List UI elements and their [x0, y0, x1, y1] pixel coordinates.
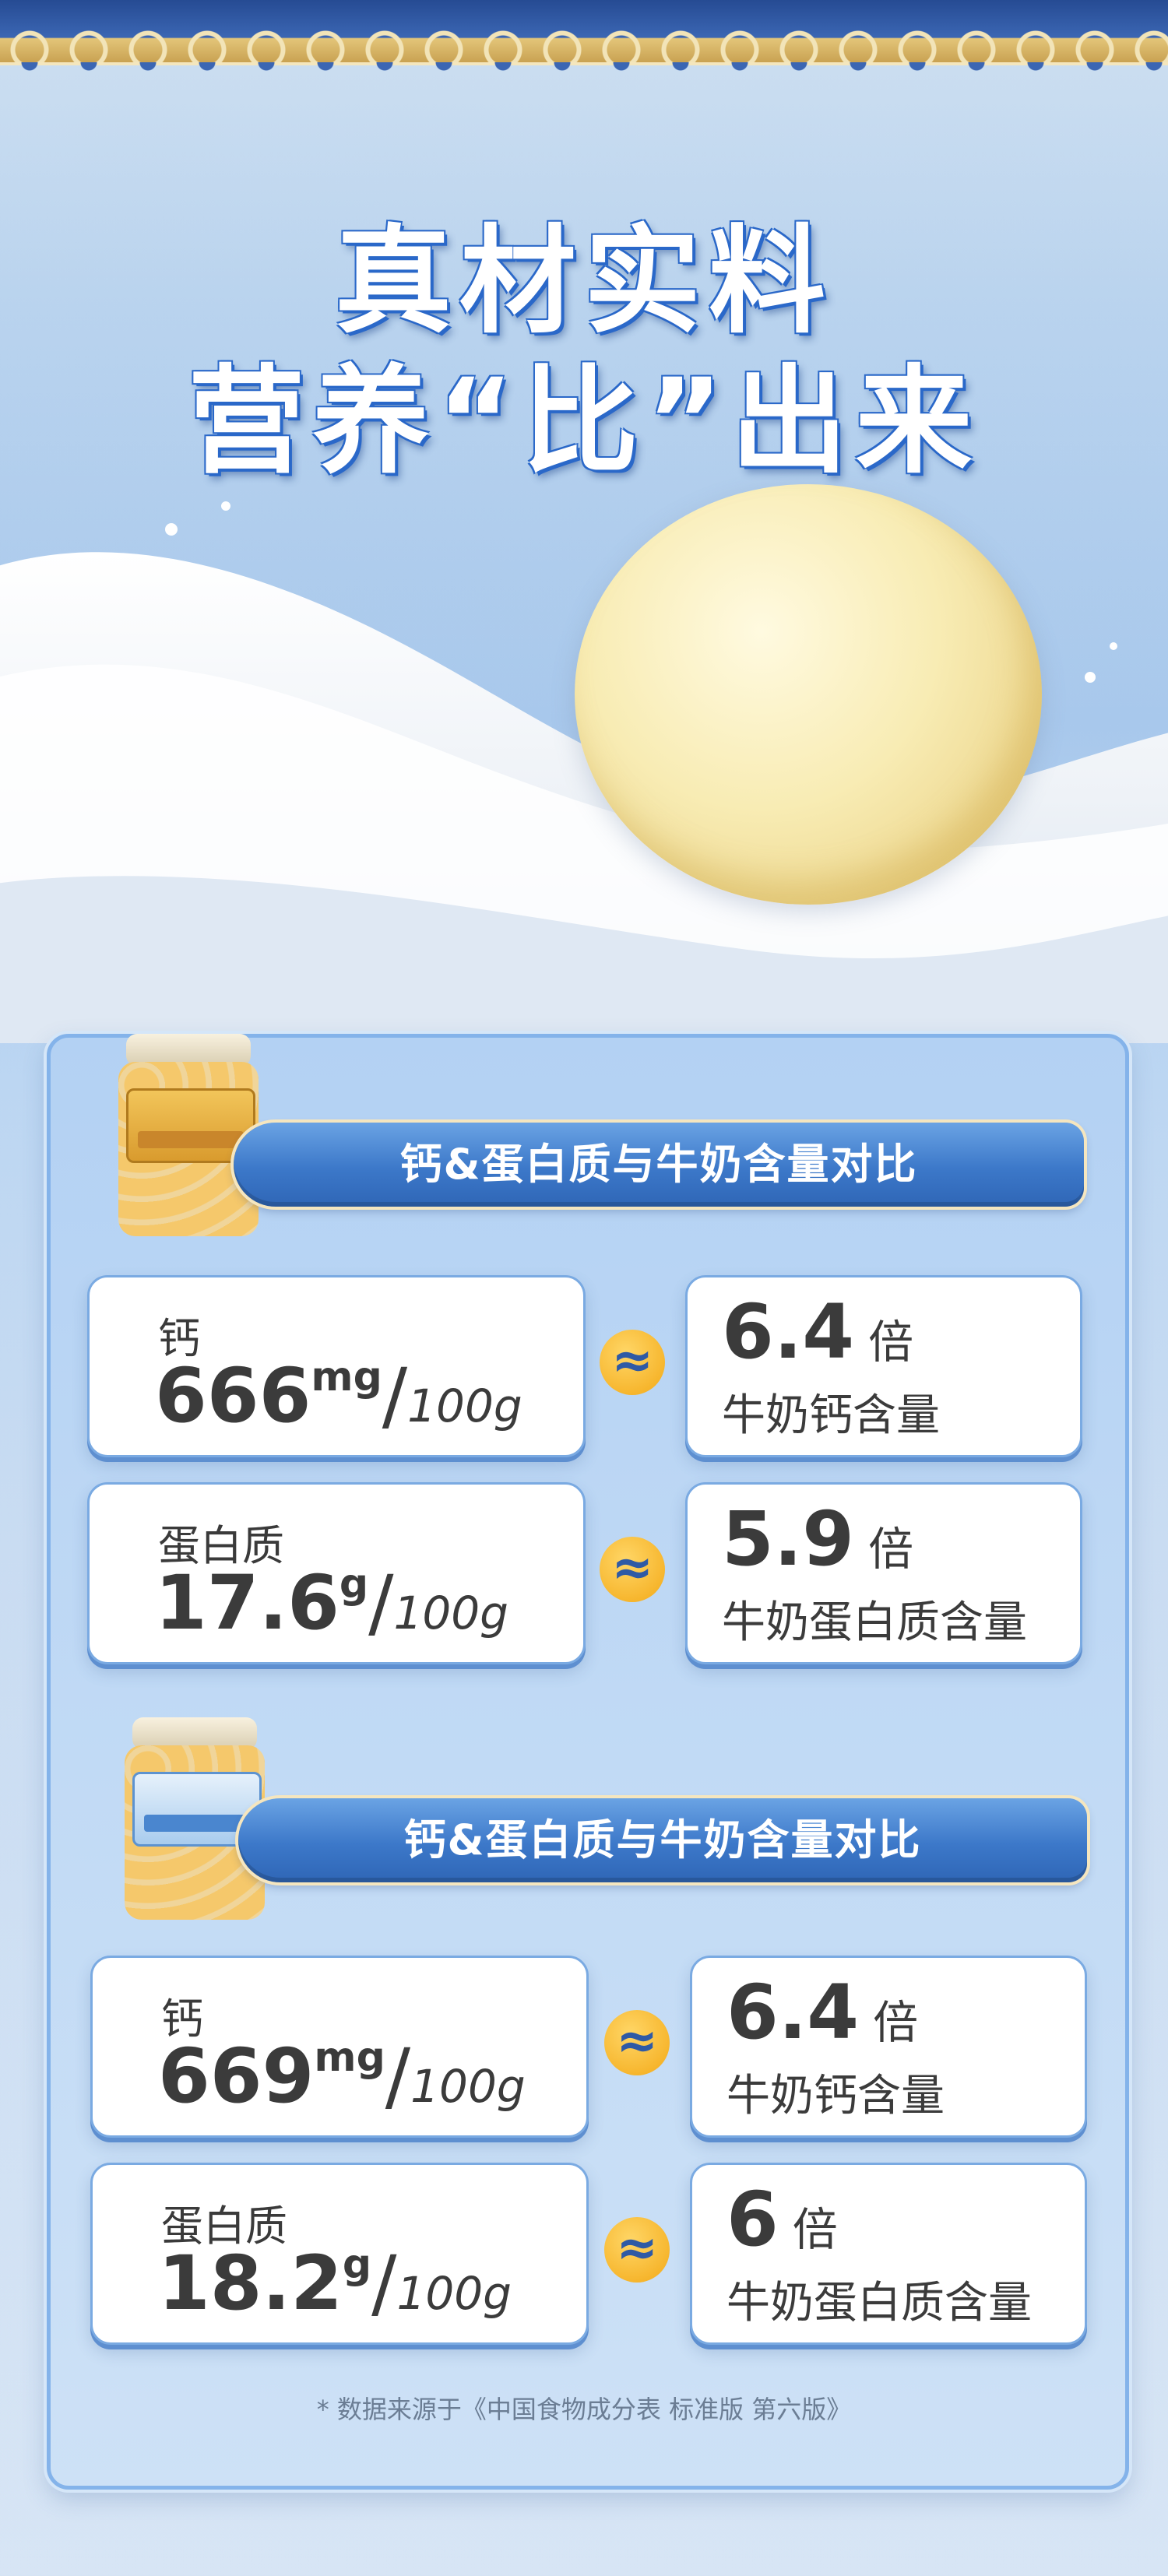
biscuit-image	[575, 484, 1042, 905]
protein-compare-card-1: 5.9 倍 牛奶蛋白质含量	[685, 1482, 1082, 1664]
calcium-value: 666mg/100g	[155, 1352, 522, 1439]
approx-badge: ≈	[604, 2217, 670, 2283]
protein-compare-text: 牛奶蛋白质含量	[722, 1597, 1027, 1648]
approx-badge: ≈	[600, 1330, 665, 1395]
calcium-card-2: 钙 669mg/100g	[90, 1956, 589, 2138]
calcium-compare-text: 牛奶钙含量	[722, 1390, 940, 1441]
approx-badge: ≈	[600, 1537, 665, 1602]
protein-value: 18.2g/100g	[158, 2240, 512, 2327]
section2-header: 钙&蛋白质与牛奶含量对比	[238, 1798, 1087, 1882]
data-source-footnote: * 数据来源于《中国食物成分表 标准版 第六版》	[316, 2395, 852, 2424]
approx-badge: ≈	[604, 2010, 670, 2075]
calcium-compare-card-1: 6.4 倍 牛奶钙含量	[685, 1275, 1082, 1457]
decorative-cloud-border	[0, 0, 1168, 73]
protein-multiple: 5.9 倍	[722, 1495, 914, 1583]
protein-value: 17.6g/100g	[155, 1559, 508, 1646]
page-title-line2: 营养“比”出来	[188, 354, 980, 490]
calcium-value: 669mg/100g	[158, 2033, 526, 2120]
calcium-card-1: 钙 666mg/100g	[87, 1275, 586, 1457]
protein-compare-text: 牛奶蛋白质含量	[726, 2278, 1032, 2328]
section1-header: 钙&蛋白质与牛奶含量对比	[234, 1123, 1084, 1207]
protein-card-2: 蛋白质 18.2g/100g	[90, 2163, 589, 2345]
calcium-multiple: 6.4 倍	[726, 1969, 919, 2056]
protein-multiple: 6倍	[726, 2176, 838, 2263]
protein-card-1: 蛋白质 17.6g/100g	[87, 1482, 586, 1664]
calcium-compare-text: 牛奶钙含量	[726, 2071, 945, 2121]
calcium-multiple: 6.4 倍	[722, 1288, 914, 1376]
calcium-compare-card-2: 6.4 倍 牛奶钙含量	[690, 1956, 1087, 2138]
protein-compare-card-2: 6倍 牛奶蛋白质含量	[690, 2163, 1087, 2345]
product-jar-gold-image	[118, 1034, 259, 1236]
